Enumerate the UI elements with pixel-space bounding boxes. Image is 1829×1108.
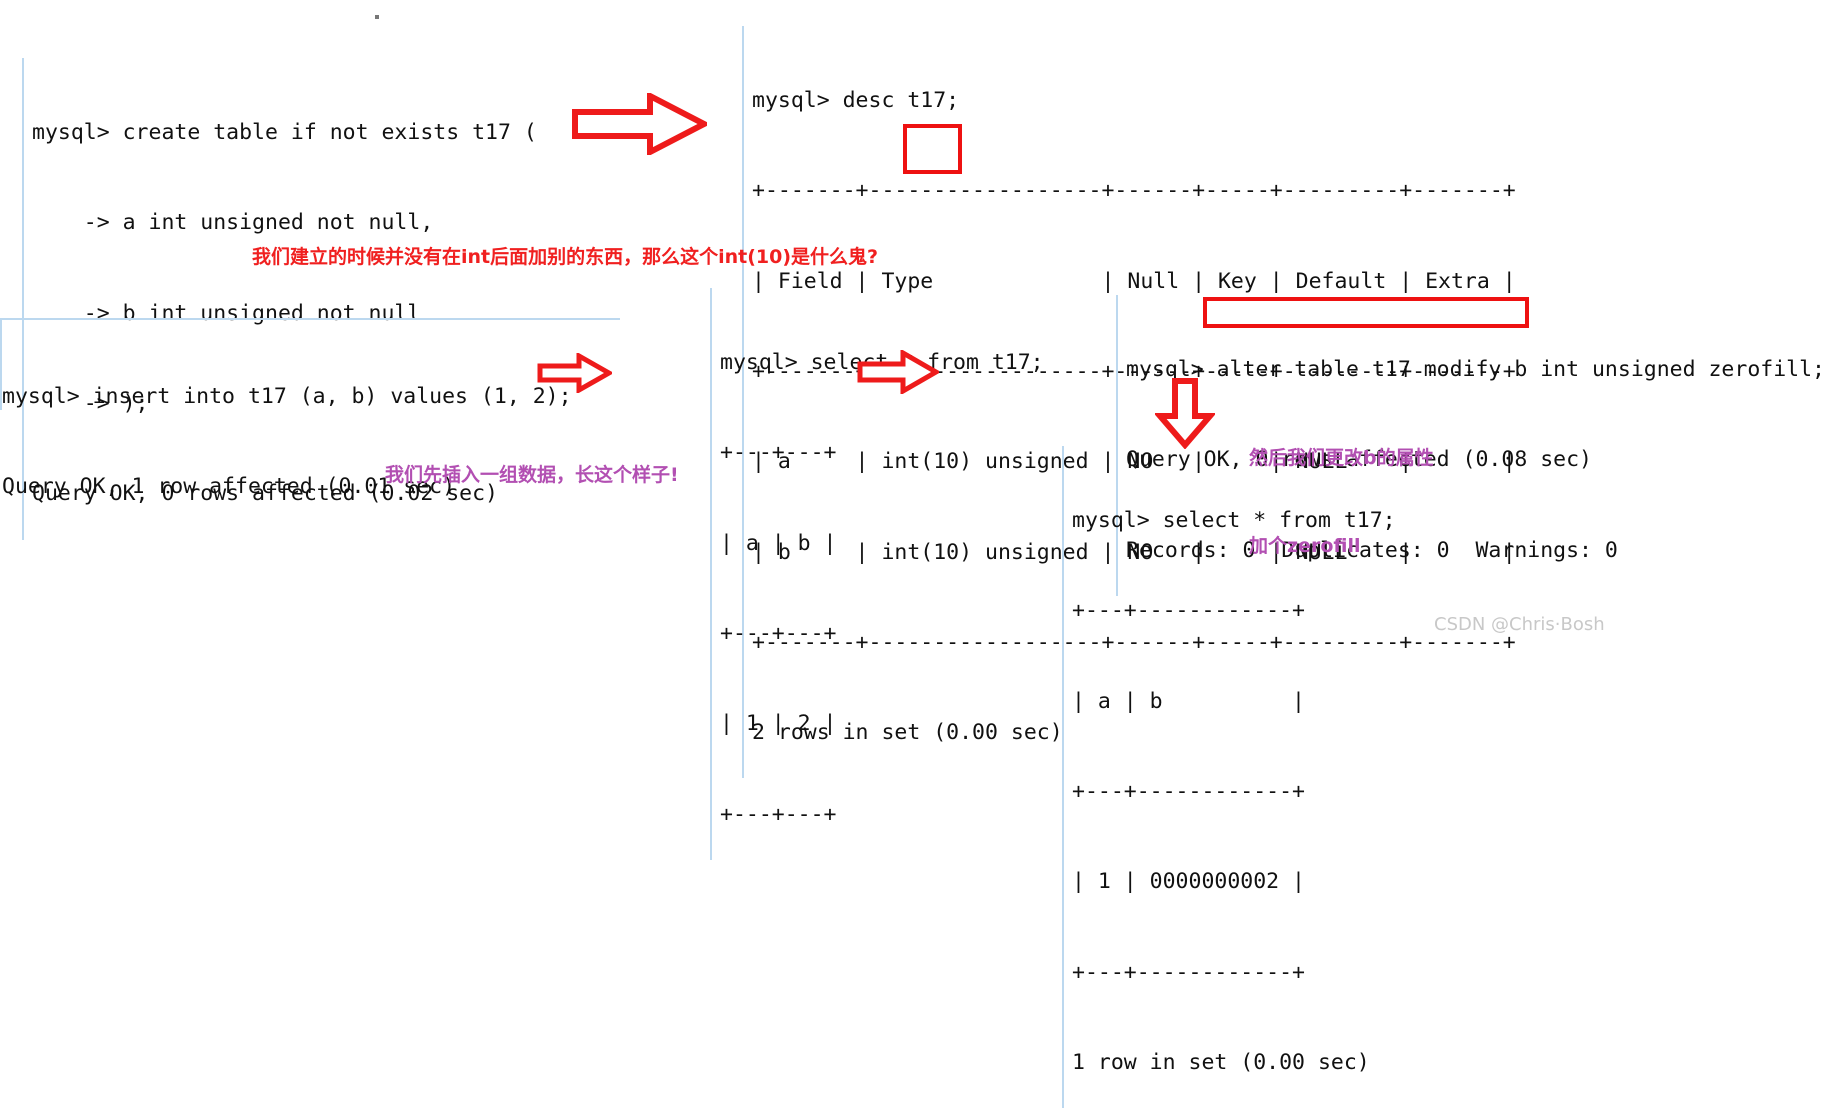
terminal-line: | a | b | xyxy=(720,530,837,556)
annotation-alter-zerofill: 然后我们更改b的属性 加个zerofill xyxy=(1249,385,1434,591)
annotation-insert-data: 我们先插入一组数据，长这个样子! xyxy=(385,464,679,486)
terminal-line: mysql> alter table t17 modify b int unsi… xyxy=(1126,357,1825,383)
terminal-line: mysql> create table if not exists t17 ( xyxy=(32,120,537,146)
insert-row-block: mysql> insert into t17 (a, b) values (1,… xyxy=(0,322,572,533)
terminal-line: | 1 | 2 | xyxy=(720,711,837,737)
terminal-line: | a | b | xyxy=(1072,688,1305,714)
insert-block-top-border xyxy=(0,318,620,320)
annotation-int10-question: 我们建立的时候并没有在int后面加别的东西，那么这个int(10)是什么鬼? xyxy=(252,246,879,268)
right-arrow-icon xyxy=(572,91,711,157)
terminal-line: -> a int unsigned not null, xyxy=(32,210,434,236)
right-arrow-icon xyxy=(537,351,615,395)
terminal-line: | 1 | 0000000002 | xyxy=(1072,869,1305,895)
terminal-line: +---+------------+ xyxy=(1072,598,1305,624)
terminal-line: mysql> insert into t17 (a, b) values (1,… xyxy=(2,384,572,410)
down-arrow-icon xyxy=(1153,377,1217,450)
terminal-line: +---+------------+ xyxy=(1072,959,1305,985)
terminal-line: 1 row in set (0.00 sec) xyxy=(1072,1049,1370,1075)
terminal-line: +---+---+ xyxy=(720,440,837,466)
terminal-line: +---+---+ xyxy=(720,801,837,827)
stray-dot-artifact xyxy=(375,15,379,19)
right-arrow-icon xyxy=(857,348,942,396)
terminal-line: mysql> desc t17; xyxy=(752,88,960,114)
terminal-line: +---+------------+ xyxy=(1072,779,1305,805)
annotation-alter-zerofill-line1: 然后我们更改b的属性 xyxy=(1249,446,1434,469)
terminal-line: +---+---+ xyxy=(720,621,837,647)
watermark: CSDN @Chris·Bosh xyxy=(1434,614,1605,635)
annotation-alter-zerofill-line2: 加个zerofill xyxy=(1249,535,1361,558)
terminal-line: +-------+------------------+------+-----… xyxy=(752,178,1516,204)
